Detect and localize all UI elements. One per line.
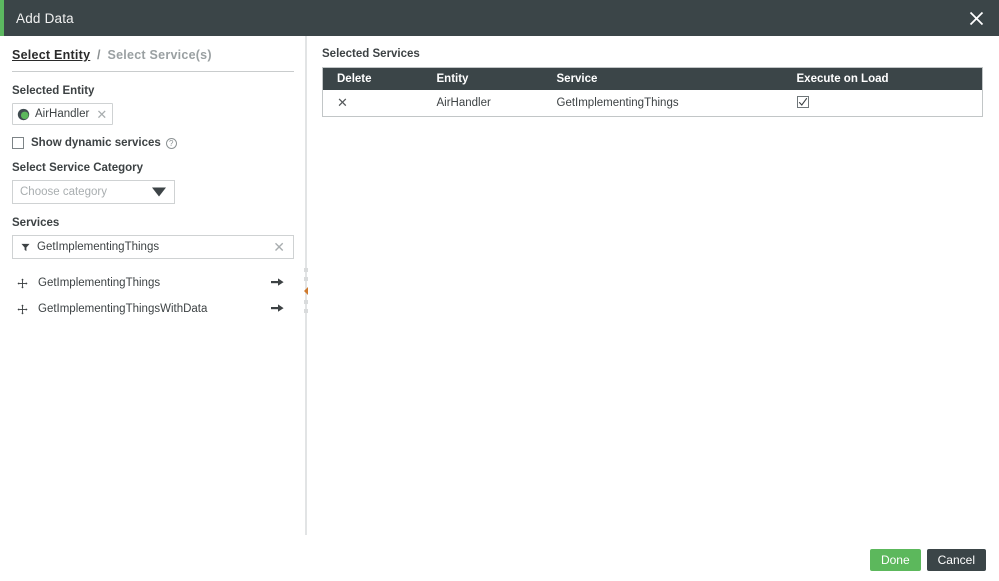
table-header-row: Delete Entity Service Execute on Load <box>322 67 983 90</box>
move-handle-icon[interactable] <box>17 303 28 315</box>
list-item[interactable]: GetImplementingThings <box>12 270 294 296</box>
breadcrumb-separator: / <box>97 48 101 62</box>
checkbox-checked-icon[interactable] <box>796 95 809 108</box>
thing-entity-icon <box>17 108 30 120</box>
chevron-down-icon[interactable] <box>152 187 166 197</box>
titlebar-accent-bar <box>0 0 4 36</box>
grip-dot <box>304 277 308 282</box>
service-category-placeholder: Choose category <box>20 186 107 198</box>
selected-entity-name: AirHandler <box>35 108 90 120</box>
table-row[interactable]: ✕ AirHandler GetImplementingThings <box>322 89 983 117</box>
breadcrumb-step-select-services[interactable]: Select Service(s) <box>107 48 211 62</box>
dialog-footer: Done Cancel <box>869 549 986 571</box>
services-label: Services <box>12 217 60 229</box>
move-handle-icon[interactable] <box>17 277 28 289</box>
selected-entity-chip[interactable]: AirHandler ✕ <box>12 103 114 125</box>
show-dynamic-services-label: Show dynamic services <box>31 137 161 149</box>
remove-entity-icon[interactable]: ✕ <box>96 108 107 121</box>
column-header-service: Service <box>542 67 783 90</box>
arrow-right-icon[interactable] <box>271 276 284 290</box>
selected-services-title: Selected Services <box>322 48 420 60</box>
arrow-right-icon[interactable] <box>271 302 284 316</box>
checkbox-unchecked-icon[interactable] <box>12 137 24 149</box>
column-header-entity: Entity <box>422 67 543 90</box>
service-category-select[interactable]: Choose category <box>12 180 175 204</box>
clear-filter-icon[interactable]: ✕ <box>273 240 285 254</box>
column-header-delete: Delete <box>322 67 423 90</box>
funnel-icon <box>21 243 30 251</box>
selected-services-table: Delete Entity Service Execute on Load ✕ … <box>322 67 983 117</box>
show-dynamic-services-row[interactable]: Show dynamic services ? <box>12 137 294 149</box>
collapse-left-icon[interactable] <box>304 286 308 295</box>
close-icon[interactable] <box>959 0 993 36</box>
cell-execute-on-load <box>782 89 983 117</box>
selected-entity-label: Selected Entity <box>12 85 95 97</box>
breadcrumb-step-select-entity[interactable]: Select Entity <box>12 48 90 62</box>
dialog-title: Add Data <box>16 10 74 26</box>
grip-dot <box>304 309 308 313</box>
service-item-name: GetImplementingThings <box>38 277 161 289</box>
grip-dot <box>304 299 308 304</box>
grip-dot <box>304 268 308 272</box>
dialog-titlebar: Add Data <box>0 0 999 36</box>
right-panel: Selected Services Delete Entity Service … <box>322 36 984 117</box>
services-filter-box[interactable]: ✕ <box>12 235 294 259</box>
splitter-grip[interactable] <box>303 268 309 313</box>
cell-delete: ✕ <box>322 89 423 117</box>
add-data-dialog: Add Data Select Entity / Select Service(… <box>0 0 999 581</box>
services-list: GetImplementingThings GetImplementingThi… <box>12 270 294 322</box>
breadcrumb: Select Entity / Select Service(s) <box>12 48 294 72</box>
delete-x-icon[interactable]: ✕ <box>337 95 348 111</box>
cell-entity: AirHandler <box>422 89 543 117</box>
cell-service: GetImplementingThings <box>542 89 783 117</box>
list-item[interactable]: GetImplementingThingsWithData <box>12 296 294 322</box>
done-button[interactable]: Done <box>869 549 921 571</box>
column-header-execute-on-load: Execute on Load <box>782 67 983 90</box>
help-circle-icon[interactable]: ? <box>165 137 177 149</box>
service-category-label: Select Service Category <box>12 162 144 174</box>
left-panel: Select Entity / Select Service(s) Select… <box>0 36 306 536</box>
service-item-name: GetImplementingThingsWithData <box>38 303 208 315</box>
services-filter-input[interactable] <box>37 241 274 253</box>
cancel-button[interactable]: Cancel <box>926 549 986 571</box>
